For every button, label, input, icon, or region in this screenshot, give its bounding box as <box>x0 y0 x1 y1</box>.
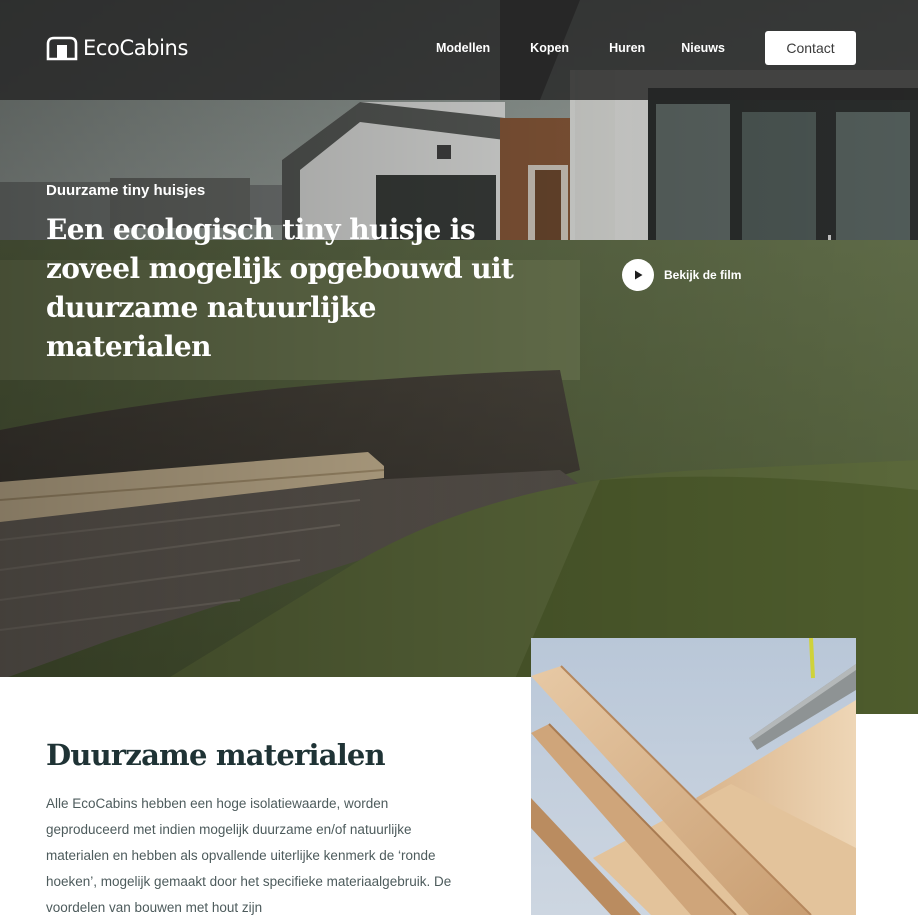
page: EcoCabins Modellen Kopen Huren Nieuws Co… <box>0 0 918 915</box>
play-icon <box>635 270 643 280</box>
play-button-circle[interactable] <box>622 259 654 291</box>
watch-film-button[interactable]: Bekijk de film <box>622 259 741 291</box>
logo-text: EcoCabins <box>83 36 189 60</box>
nav-item-huren[interactable]: Huren <box>609 40 645 56</box>
logo[interactable]: EcoCabins <box>46 35 188 61</box>
section-title: Duurzame materialen <box>46 738 386 772</box>
hero-section: EcoCabins Modellen Kopen Huren Nieuws Co… <box>0 0 918 714</box>
site-header: EcoCabins Modellen Kopen Huren Nieuws Co… <box>0 0 918 100</box>
timber-construction-photo <box>531 638 856 915</box>
nav-item-modellen[interactable]: Modellen <box>436 40 490 56</box>
nav-item-nieuws[interactable]: Nieuws <box>681 40 725 56</box>
contact-button[interactable]: Contact <box>765 31 856 65</box>
hero-title: Een ecologisch tiny huisje is zoveel mog… <box>46 213 514 363</box>
cabin-logo-icon <box>46 36 78 61</box>
nav-item-kopen[interactable]: Kopen <box>530 40 569 56</box>
play-label[interactable]: Bekijk de film <box>664 268 741 282</box>
hero-kicker: Duurzame tiny huisjes <box>46 182 206 199</box>
main-nav: Modellen Kopen Huren Nieuws <box>436 40 725 56</box>
section-body: Alle EcoCabins hebben een hoge isolatiew… <box>46 796 452 915</box>
timber-beams-image <box>531 638 856 915</box>
